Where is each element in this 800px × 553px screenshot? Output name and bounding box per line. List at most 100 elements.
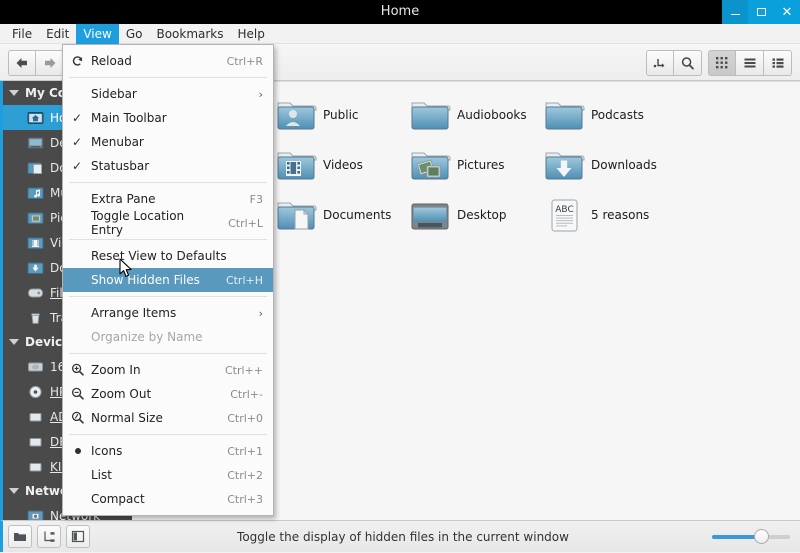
file-item-label: Documents: [323, 208, 392, 222]
icon-view-button[interactable]: [708, 50, 736, 76]
file-item-label: Desktop: [457, 208, 507, 222]
menu-item-accel: Ctrl+H: [225, 273, 263, 287]
file-item-label: Downloads: [591, 158, 657, 172]
svg-text:ABC: ABC: [555, 205, 573, 215]
menu-item-accel: F3: [249, 192, 263, 206]
menu-item-reset-view-to-defaults[interactable]: Reset View to Defaults: [63, 244, 273, 268]
menu-help[interactable]: Help: [231, 24, 272, 44]
file-item-pictures[interactable]: Pictures: [409, 143, 505, 187]
menu-item-organize-by-name: Organize by Name: [63, 325, 273, 349]
path-entry-button[interactable]: [646, 50, 674, 76]
file-item-5-reasons[interactable]: ABC 5 reasons: [543, 193, 649, 237]
menu-item-arrange-items[interactable]: Arrange Items ›: [63, 301, 273, 325]
chevron-down-icon: [9, 90, 19, 96]
minimize-button[interactable]: [722, 0, 748, 24]
status-message: Toggle the display of hidden files in th…: [237, 530, 569, 544]
search-icon: [681, 56, 694, 69]
zoom-slider[interactable]: [712, 529, 790, 544]
zoom-out-icon: [70, 386, 86, 402]
pictures-folder-icon: [27, 210, 44, 225]
close-button[interactable]: ✕: [774, 0, 800, 24]
menu-item-accel: Ctrl+L: [228, 216, 263, 230]
menu-go[interactable]: Go: [119, 24, 150, 44]
folder-public-icon: [275, 95, 317, 135]
menu-file[interactable]: File: [5, 24, 39, 44]
menu-item-label: Icons: [91, 444, 123, 458]
menu-item-label: Main Toolbar: [91, 111, 167, 125]
menu-item-label: Zoom In: [91, 363, 141, 377]
zoom-slider-knob[interactable]: [754, 529, 769, 544]
file-item-documents[interactable]: Documents: [275, 193, 391, 237]
file-item-desktop[interactable]: Desktop: [409, 193, 507, 237]
menu-item-accel: Ctrl+0: [227, 411, 263, 425]
compact-view-button[interactable]: [764, 50, 792, 76]
file-item-videos[interactable]: Videos: [275, 143, 363, 187]
path-entry-icon: [653, 59, 665, 68]
radio-selected-icon: [75, 448, 81, 454]
file-item-label: Videos: [323, 158, 363, 172]
menu-item-menubar[interactable]: ✓ Menubar: [63, 130, 273, 154]
menu-item-label: Show Hidden Files: [91, 273, 200, 287]
file-item-label: Public: [323, 108, 359, 122]
submenu-arrow-icon: ›: [258, 87, 263, 101]
menu-item-label: Organize by Name: [91, 330, 203, 344]
file-item-label: Pictures: [457, 158, 505, 172]
file-item-podcasts[interactable]: Podcasts: [543, 93, 644, 137]
menu-item-statusbar[interactable]: ✓ Statusbar: [63, 154, 273, 178]
menu-item-list[interactable]: List Ctrl+2: [63, 463, 273, 487]
list-icon: [744, 58, 755, 68]
text-file-icon: ABC: [543, 195, 585, 235]
menu-item-label: Statusbar: [91, 159, 150, 173]
menu-item-accel: Ctrl++: [224, 363, 263, 377]
menu-item-label: Toggle Location Entry: [91, 209, 185, 237]
grid-icon: [716, 57, 728, 69]
forward-button[interactable]: [36, 50, 64, 76]
menu-item-extra-pane[interactable]: Extra Pane F3: [63, 187, 273, 211]
menu-separator: [69, 353, 267, 354]
menu-item-accel: Ctrl+R: [226, 54, 263, 68]
documents-folder-icon: [27, 160, 44, 175]
usb-drive-icon: [27, 409, 44, 424]
back-button[interactable]: [8, 50, 36, 76]
maximize-button[interactable]: [748, 0, 774, 24]
status-bar: Toggle the display of hidden files in th…: [0, 520, 800, 552]
menu-bookmarks[interactable]: Bookmarks: [149, 24, 230, 44]
menu-item-normal-size[interactable]: Normal Size Ctrl+0: [63, 406, 273, 430]
menu-separator: [69, 434, 267, 435]
menu-item-label: Reset View to Defaults: [91, 249, 227, 263]
menu-item-sidebar[interactable]: Sidebar ›: [63, 82, 273, 106]
menu-item-show-hidden-files[interactable]: Show Hidden Files Ctrl+H: [63, 268, 273, 292]
menu-item-label: Normal Size: [91, 411, 163, 425]
folder-pictures-icon: [409, 145, 451, 185]
menu-item-compact[interactable]: Compact Ctrl+3: [63, 487, 273, 511]
menu-view[interactable]: View: [76, 23, 119, 44]
menu-edit[interactable]: Edit: [39, 24, 76, 44]
menu-item-zoom-out[interactable]: Zoom Out Ctrl+-: [63, 382, 273, 406]
file-item-label: Audiobooks: [457, 108, 527, 122]
close-icon: ✕: [781, 4, 793, 20]
menu-item-main-toolbar[interactable]: ✓ Main Toolbar: [63, 106, 273, 130]
file-item-public[interactable]: Public: [275, 93, 359, 137]
title-bar: Home ✕: [0, 0, 800, 24]
menu-item-zoom-in[interactable]: Zoom In Ctrl++: [63, 358, 273, 382]
menu-item-label: Sidebar: [91, 87, 137, 101]
menu-separator: [69, 239, 267, 240]
removable-drive-icon: [27, 359, 44, 374]
list-view-button[interactable]: [736, 50, 764, 76]
menu-item-reload[interactable]: Reload Ctrl+R: [63, 49, 273, 73]
videos-folder-icon: [27, 235, 44, 250]
optical-disc-icon: [27, 384, 44, 399]
menu-separator: [69, 182, 267, 183]
maximize-icon: [756, 8, 766, 16]
folder-downloads-icon: [543, 145, 585, 185]
compact-icon: [772, 58, 783, 68]
file-item-audiobooks[interactable]: Audiobooks: [409, 93, 527, 137]
file-item-label: Podcasts: [591, 108, 644, 122]
arrow-right-icon: [44, 58, 55, 68]
menu-item-accel: Ctrl+1: [227, 444, 263, 458]
menu-item-icons[interactable]: Icons Ctrl+1: [63, 439, 273, 463]
search-button[interactable]: [674, 50, 702, 76]
menu-item-toggle-location-entry[interactable]: Toggle Location Entry Ctrl+L: [63, 209, 273, 237]
menu-bar: File Edit View Go Bookmarks Help: [0, 23, 800, 44]
file-item-downloads[interactable]: Downloads: [543, 143, 657, 187]
